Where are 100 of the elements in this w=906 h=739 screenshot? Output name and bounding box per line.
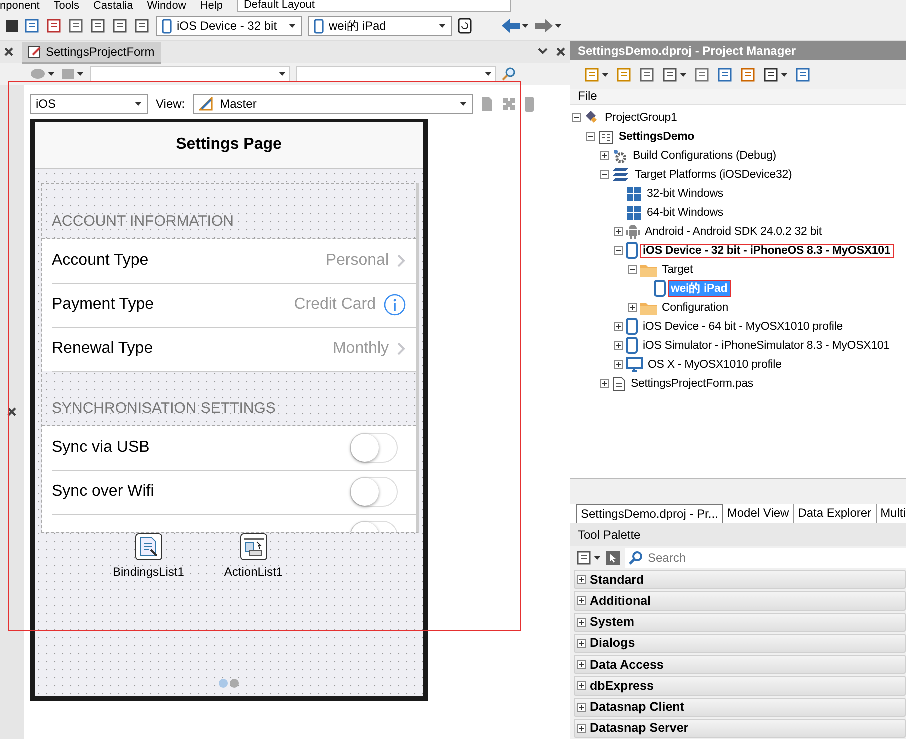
row-label: Sync via USB <box>52 438 151 456</box>
list-icon[interactable] <box>46 18 62 34</box>
menu-item[interactable]: Window <box>147 0 186 12</box>
tree-item[interactable]: Configuration <box>660 302 730 314</box>
phone-icon <box>626 337 638 354</box>
expand-icon[interactable] <box>614 360 623 370</box>
bindings-list-icon[interactable] <box>134 533 163 561</box>
palette-category[interactable]: System <box>574 612 906 632</box>
tree-item[interactable]: iOS Device - 32 bit - iPhoneOS 8.3 - MyOSX101 <box>641 244 893 257</box>
menu-item[interactable]: Help <box>200 0 223 12</box>
tree-item[interactable]: iOS Simulator - iPhoneSimulator 8.3 - MyOSX101 <box>641 340 892 352</box>
expand-icon <box>577 702 586 712</box>
collapse-icon[interactable] <box>600 170 609 180</box>
collapse-icon[interactable] <box>614 246 623 256</box>
expand-icon[interactable] <box>600 151 609 160</box>
chevron-down-icon[interactable] <box>538 48 548 56</box>
forward-arrow-icon[interactable] <box>535 19 553 33</box>
panel-tab[interactable]: SettingsDemo.dproj - Pr... <box>576 504 724 524</box>
tree-item[interactable]: Build Configurations (Debug) <box>631 150 778 162</box>
search-box[interactable]: Search <box>625 548 906 568</box>
page-dot[interactable] <box>219 679 228 688</box>
windows-icon <box>626 186 642 202</box>
caret-icon <box>602 72 609 77</box>
caret-icon <box>439 24 446 28</box>
tree-item[interactable]: iOS Device - 64 bit - MyOSX1010 profile <box>641 320 845 333</box>
tree-item[interactable]: Target Platforms (iOSDevice32) <box>633 168 794 181</box>
info-icon[interactable] <box>384 294 406 316</box>
back-arrow-icon[interactable] <box>502 19 520 33</box>
page-dot[interactable] <box>230 679 239 688</box>
tree-item[interactable]: SettingsProjectForm.pas <box>629 378 756 390</box>
expand-icon[interactable] <box>600 379 609 388</box>
collapse-icon[interactable] <box>586 132 595 142</box>
list-icon[interactable] <box>740 66 756 83</box>
component-combo[interactable] <box>90 66 290 82</box>
tree-item[interactable]: 64-bit Windows <box>645 206 726 219</box>
layout-combo[interactable]: Default Layout <box>236 0 511 12</box>
expand-icon[interactable] <box>628 303 637 312</box>
list-icon[interactable] <box>68 18 84 34</box>
palette-category[interactable]: Datasnap Client <box>574 698 906 717</box>
phone-icon <box>626 318 638 336</box>
action-list-icon[interactable] <box>240 533 268 561</box>
palette-category[interactable]: Dialogs <box>574 634 906 654</box>
caret-icon <box>522 24 529 28</box>
caret-icon <box>781 72 788 77</box>
toggle-switch[interactable] <box>350 476 398 506</box>
tree-item[interactable]: ProjectGroup1 <box>603 112 680 124</box>
collapse-icon[interactable] <box>572 113 581 122</box>
list-icon[interactable] <box>24 18 40 34</box>
search-icon[interactable] <box>502 67 516 81</box>
toggle-switch[interactable] <box>350 432 398 462</box>
caret-icon <box>289 24 296 28</box>
caret-icon <box>135 102 142 106</box>
menu-item[interactable]: Tools <box>54 0 80 12</box>
menu-item[interactable]: nponent <box>0 0 40 12</box>
palette-category[interactable]: Standard <box>574 570 906 590</box>
designer-tab[interactable]: SettingsProjectForm <box>22 42 161 64</box>
caret-icon <box>485 72 492 76</box>
caret-icon <box>279 72 286 76</box>
tree-item[interactable]: Android - Android SDK 24.0.2 32 bit <box>643 226 824 238</box>
caret-icon <box>77 72 84 76</box>
tree-item[interactable]: 32-bit Windows <box>645 188 726 200</box>
caret-icon <box>680 72 687 77</box>
phone-icon <box>626 242 638 260</box>
tree-item[interactable]: Target <box>660 264 696 276</box>
tree-item[interactable]: SettingsDemo <box>617 130 697 143</box>
row-label: Renewal Type <box>52 340 154 358</box>
chevron-icon <box>397 254 406 268</box>
platform-combo[interactable]: iOS Device - 32 bit <box>156 16 302 36</box>
palette-category[interactable]: dbExpress <box>574 676 906 696</box>
close-icon[interactable] <box>4 47 14 57</box>
palette-category[interactable]: Datasnap Server <box>574 718 906 738</box>
phone-icon <box>162 18 172 34</box>
pointer-icon[interactable] <box>606 550 620 565</box>
expand-icon <box>577 575 586 584</box>
expand-icon[interactable] <box>614 322 623 332</box>
expand-icon[interactable] <box>614 227 623 236</box>
panel-title: SettingsDemo.dproj - Project Manager <box>570 41 906 60</box>
device-combo[interactable]: wei的 iPad <box>308 16 452 36</box>
phone-icon <box>314 18 324 34</box>
close-icon[interactable] <box>556 47 566 57</box>
style-combo[interactable]: iOS <box>30 94 148 114</box>
palette-category[interactable]: Data Access <box>574 655 906 674</box>
expand-icon <box>577 618 586 627</box>
close-icon[interactable] <box>7 407 17 417</box>
component-combo[interactable] <box>296 66 496 82</box>
layers-icon <box>612 166 630 183</box>
list-icon[interactable] <box>717 66 733 83</box>
caret-icon <box>594 556 601 560</box>
tree-item[interactable]: OS X - MyOSX1010 profile <box>646 358 784 371</box>
search-field[interactable]: Search <box>646 550 902 566</box>
row-label: Account Type <box>52 252 150 270</box>
phone-icon <box>654 280 666 298</box>
expand-icon <box>577 724 586 733</box>
palette-category[interactable]: Additional <box>574 591 906 611</box>
collapse-icon[interactable] <box>628 265 637 274</box>
expand-icon[interactable] <box>614 341 623 350</box>
refresh-icon[interactable] <box>458 18 472 34</box>
view-combo[interactable]: Master <box>193 94 474 114</box>
menu-item[interactable]: Castalia <box>93 0 134 12</box>
form-icon <box>28 45 42 59</box>
